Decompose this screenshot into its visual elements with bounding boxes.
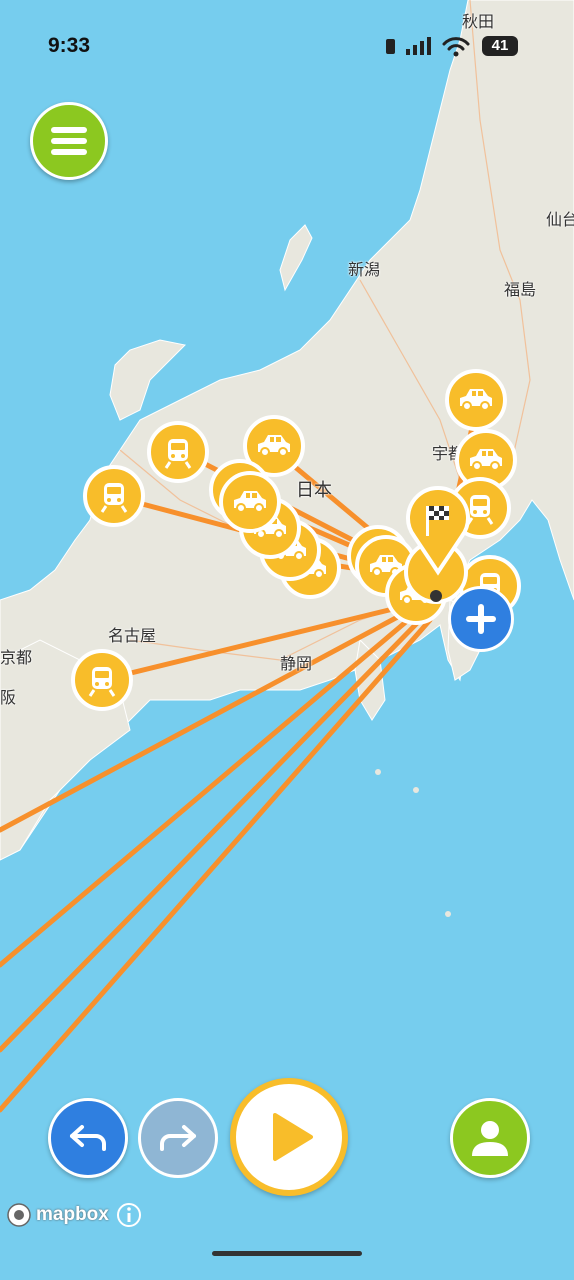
- undo-arrow-icon: [70, 1125, 106, 1151]
- menu-button[interactable]: [30, 102, 108, 180]
- signal-icon: [406, 37, 431, 55]
- play-icon: [273, 1113, 313, 1161]
- status-bar: 9:33 41: [0, 0, 574, 90]
- home-indicator: [212, 1251, 362, 1256]
- profile-button[interactable]: [450, 1098, 530, 1178]
- mapbox-logo-icon: [7, 1203, 31, 1227]
- status-time: 9:33: [48, 34, 91, 57]
- mapbox-wordmark: mapbox: [36, 1204, 109, 1225]
- status-icons: [386, 37, 470, 57]
- redo-button[interactable]: [138, 1098, 218, 1178]
- car-marker[interactable]: [445, 369, 507, 431]
- vibrate-icon: [386, 39, 395, 54]
- car-marker[interactable]: [219, 471, 281, 533]
- wifi-icon: [442, 37, 470, 51]
- add-stop-button[interactable]: [448, 586, 514, 652]
- train-marker[interactable]: [83, 465, 145, 527]
- play-button[interactable]: [230, 1078, 348, 1196]
- redo-arrow-icon: [160, 1125, 196, 1151]
- mapbox-attribution[interactable]: mapbox: [6, 1200, 143, 1230]
- hamburger-icon: [51, 127, 87, 155]
- battery-indicator: 41: [482, 36, 518, 56]
- train-marker[interactable]: [147, 421, 209, 483]
- user-icon: [472, 1121, 508, 1156]
- plus-icon: [466, 604, 496, 634]
- info-icon[interactable]: [115, 1201, 143, 1229]
- train-marker[interactable]: [71, 649, 133, 711]
- undo-button[interactable]: [48, 1098, 128, 1178]
